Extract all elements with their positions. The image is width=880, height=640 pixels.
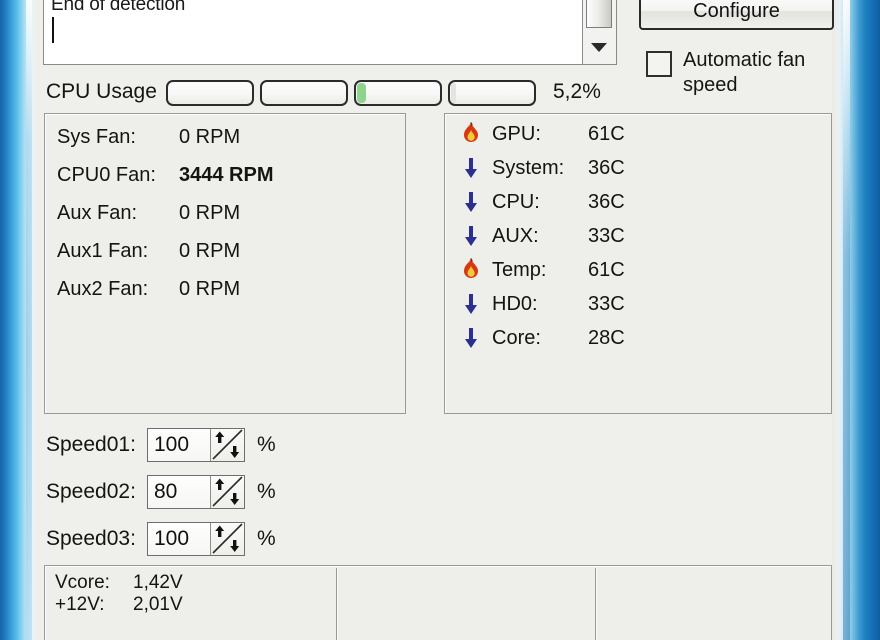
fan-value: 3444 RPM xyxy=(179,164,274,186)
temperature-name: CPU: xyxy=(492,190,540,213)
detection-log-textarea[interactable]: End of detection xyxy=(43,0,583,65)
text-cursor xyxy=(52,17,54,43)
speed-input[interactable]: 100 xyxy=(148,523,210,555)
speed-input[interactable]: 80 xyxy=(148,476,210,508)
temperature-row: CPU: 36C xyxy=(459,190,625,214)
chevron-down-icon[interactable] xyxy=(583,32,615,62)
fan-value: 0 RPM xyxy=(179,202,241,224)
temperature-value: 61C xyxy=(588,258,625,281)
fan-value: 0 RPM xyxy=(179,240,241,262)
temperature-row: Core: 28C xyxy=(459,326,625,350)
voltage-name: Vcore: xyxy=(55,572,110,593)
cpu-bar-4 xyxy=(448,80,536,106)
detection-log-text: End of detection xyxy=(51,0,186,15)
voltage-row: +12V: 2,01V xyxy=(55,594,183,616)
fan-name: CPU0 Fan: xyxy=(57,164,156,186)
temperature-name: GPU: xyxy=(492,122,541,145)
fan-name: Aux2 Fan: xyxy=(57,278,149,300)
speed-row: Speed02: 80% xyxy=(46,475,276,509)
speed-label: Speed02: xyxy=(46,480,136,503)
cpu-bar-2 xyxy=(260,80,348,106)
temperature-value: 36C xyxy=(588,156,625,179)
voltage-value: 1,42V xyxy=(133,572,183,593)
window-frame-left-highlight xyxy=(26,0,32,640)
spinner-up-down-buttons[interactable] xyxy=(210,429,244,461)
detection-log-scrollbar[interactable] xyxy=(583,0,617,65)
temperature-readings-panel: GPU: 61C System: 36C CPU: 36C AUX: 33C Temp: 61C H… xyxy=(444,113,832,414)
temperature-row: System: 36C xyxy=(459,156,625,180)
fan-row: Sys Fan: 0 RPM xyxy=(57,126,240,149)
speed-row: Speed01: 100% xyxy=(46,428,276,462)
temperature-name: System: xyxy=(492,156,565,179)
cpu-bar-3 xyxy=(354,80,442,106)
arrow-down-icon xyxy=(459,292,483,316)
arrow-down-icon xyxy=(459,156,483,180)
cpu-usage-percent: 5,2% xyxy=(553,80,601,103)
fan-name: Aux1 Fan: xyxy=(57,240,149,262)
voltage-divider-1 xyxy=(336,568,337,640)
temperature-value: 33C xyxy=(588,292,625,315)
speed-spinner[interactable]: 100 xyxy=(147,522,245,556)
fan-readings-panel: Sys Fan: 0 RPM CPU0 Fan: 3444 RPM Aux Fan: 0 … xyxy=(44,113,406,414)
flame-icon xyxy=(459,258,483,282)
configure-button[interactable]: Configure xyxy=(639,0,834,30)
fan-value: 0 RPM xyxy=(179,126,241,148)
voltage-row: Vcore: 1,42V xyxy=(55,572,183,594)
speed-label: Speed01: xyxy=(46,433,136,456)
voltage-name: +12V: xyxy=(55,594,105,615)
temperature-value: 28C xyxy=(588,326,625,349)
temperature-value: 61C xyxy=(588,122,625,145)
scrollbar-thumb[interactable] xyxy=(586,0,612,28)
temperature-value: 36C xyxy=(588,190,625,213)
speed-spinner[interactable]: 100 xyxy=(147,428,245,462)
automatic-fan-speed-label: Automatic fan speed xyxy=(683,49,806,96)
speed-row: Speed03: 100% xyxy=(46,522,276,556)
flame-icon xyxy=(459,122,483,146)
fan-row: CPU0 Fan: 3444 RPM xyxy=(57,164,274,187)
voltage-column-1: Vcore: 1,42V +12V: 2,01V xyxy=(55,572,183,616)
fan-name: Sys Fan: xyxy=(57,126,136,148)
automatic-fan-speed-checkbox[interactable]: Automatic fan speed xyxy=(646,48,846,98)
voltage-divider-2 xyxy=(595,568,596,640)
temperature-name: Core: xyxy=(492,326,541,349)
speed-input[interactable]: 100 xyxy=(148,429,210,461)
fan-row: Aux1 Fan: 0 RPM xyxy=(57,240,240,263)
spinner-up-down-buttons[interactable] xyxy=(210,523,244,555)
speed-spinner[interactable]: 80 xyxy=(147,475,245,509)
fan-row: Aux2 Fan: 0 RPM xyxy=(57,278,240,301)
fan-name: Aux Fan: xyxy=(57,202,138,224)
speed-unit-label: % xyxy=(257,480,276,503)
checkbox-box[interactable] xyxy=(646,51,672,77)
temperature-name: Temp: xyxy=(492,258,547,281)
speed-label: Speed03: xyxy=(46,527,136,550)
voltage-readings-panel: Vcore: 1,42V +12V: 2,01V xyxy=(44,565,832,640)
temperature-row: GPU: 61C xyxy=(459,122,625,146)
temperature-row: HD0: 33C xyxy=(459,292,625,316)
temperature-row: AUX: 33C xyxy=(459,224,625,248)
window-frame-left xyxy=(0,0,40,640)
fan-row: Aux Fan: 0 RPM xyxy=(57,202,240,225)
voltage-value: 2,01V xyxy=(133,594,183,615)
configure-button-label: Configure xyxy=(693,0,780,22)
temperature-value: 33C xyxy=(588,224,625,247)
arrow-down-icon xyxy=(459,326,483,350)
arrow-down-icon xyxy=(459,190,483,214)
spinner-up-down-buttons[interactable] xyxy=(210,476,244,508)
cpu-bar-1 xyxy=(166,80,254,106)
speed-unit-label: % xyxy=(257,527,276,550)
cpu-usage-label: CPU Usage xyxy=(46,80,157,103)
speed-unit-label: % xyxy=(257,433,276,456)
client-area: End of detection Configure Automatic fan… xyxy=(38,0,834,640)
temperature-row: Temp: 61C xyxy=(459,258,625,282)
application-window: End of detection Configure Automatic fan… xyxy=(0,0,880,640)
fan-value: 0 RPM xyxy=(179,278,241,300)
arrow-down-icon xyxy=(459,224,483,248)
temperature-name: HD0: xyxy=(492,292,538,315)
temperature-name: AUX: xyxy=(492,224,539,247)
